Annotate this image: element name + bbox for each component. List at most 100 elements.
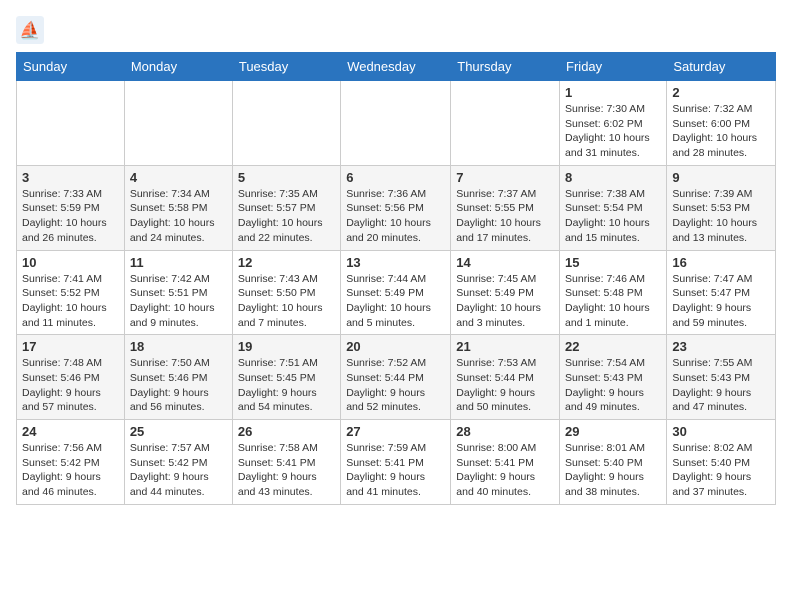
col-header-tuesday: Tuesday (232, 53, 340, 81)
calendar-cell: 26 Sunrise: 7:58 AM Sunset: 5:41 PM Dayli… (232, 420, 340, 505)
day-info: Sunrise: 7:38 AM Sunset: 5:54 PM Dayligh… (565, 187, 661, 246)
col-header-sunday: Sunday (17, 53, 125, 81)
day-number: 28 (456, 424, 554, 439)
calendar-cell: 22 Sunrise: 7:54 AM Sunset: 5:43 PM Dayli… (560, 335, 667, 420)
day-number: 25 (130, 424, 227, 439)
day-number: 4 (130, 170, 227, 185)
calendar-cell: 4 Sunrise: 7:34 AM Sunset: 5:58 PM Daylig… (124, 165, 232, 250)
day-number: 18 (130, 339, 227, 354)
day-number: 26 (238, 424, 335, 439)
calendar-cell: 13 Sunrise: 7:44 AM Sunset: 5:49 PM Dayli… (341, 250, 451, 335)
col-header-monday: Monday (124, 53, 232, 81)
day-number: 19 (238, 339, 335, 354)
day-info: Sunrise: 7:47 AM Sunset: 5:47 PM Dayligh… (672, 272, 770, 331)
day-info: Sunrise: 7:51 AM Sunset: 5:45 PM Dayligh… (238, 356, 335, 415)
calendar-cell: 12 Sunrise: 7:43 AM Sunset: 5:50 PM Dayli… (232, 250, 340, 335)
calendar-cell: 21Sunrise: 7:53 AM Sunset: 5:44 PM Dayli… (451, 335, 560, 420)
day-info: Sunrise: 7:54 AM Sunset: 5:43 PM Dayligh… (565, 356, 661, 415)
day-number: 24 (22, 424, 119, 439)
calendar-header-row: SundayMondayTuesdayWednesdayThursdayFrid… (17, 53, 776, 81)
calendar-cell: 11 Sunrise: 7:42 AM Sunset: 5:51 PM Dayli… (124, 250, 232, 335)
calendar-cell: 20 Sunrise: 7:52 AM Sunset: 5:44 PM Dayli… (341, 335, 451, 420)
calendar-cell: 23Sunrise: 7:55 AM Sunset: 5:43 PM Dayli… (667, 335, 776, 420)
day-info: Sunrise: 7:30 AM Sunset: 6:02 PM Dayligh… (565, 102, 661, 161)
day-info: Sunrise: 8:02 AM Sunset: 5:40 PM Dayligh… (672, 441, 770, 500)
calendar-cell: 28 Sunrise: 8:00 AM Sunset: 5:41 PM Dayli… (451, 420, 560, 505)
day-number: 8 (565, 170, 661, 185)
day-number: 27 (346, 424, 445, 439)
day-number: 5 (238, 170, 335, 185)
day-info: Sunrise: 7:58 AM Sunset: 5:41 PM Dayligh… (238, 441, 335, 500)
calendar-table: SundayMondayTuesdayWednesdayThursdayFrid… (16, 52, 776, 505)
day-info: Sunrise: 7:48 AM Sunset: 5:46 PM Dayligh… (22, 356, 119, 415)
day-number: 22 (565, 339, 661, 354)
calendar-cell: 25 Sunrise: 7:57 AM Sunset: 5:42 PM Dayli… (124, 420, 232, 505)
calendar-cell (124, 81, 232, 166)
day-info: Sunrise: 7:35 AM Sunset: 5:57 PM Dayligh… (238, 187, 335, 246)
day-info: Sunrise: 8:00 AM Sunset: 5:41 PM Dayligh… (456, 441, 554, 500)
calendar-week-5: 24 Sunrise: 7:56 AM Sunset: 5:42 PM Dayli… (17, 420, 776, 505)
day-info: Sunrise: 7:57 AM Sunset: 5:42 PM Dayligh… (130, 441, 227, 500)
day-info: Sunrise: 8:01 AM Sunset: 5:40 PM Dayligh… (565, 441, 661, 500)
day-number: 7 (456, 170, 554, 185)
day-number: 16 (672, 255, 770, 270)
col-header-thursday: Thursday (451, 53, 560, 81)
calendar-cell: 18 Sunrise: 7:50 AM Sunset: 5:46 PM Dayli… (124, 335, 232, 420)
calendar-cell: 7 Sunrise: 7:37 AM Sunset: 5:55 PM Daylig… (451, 165, 560, 250)
calendar-cell (232, 81, 340, 166)
day-info: Sunrise: 7:46 AM Sunset: 5:48 PM Dayligh… (565, 272, 661, 331)
day-info: Sunrise: 7:42 AM Sunset: 5:51 PM Dayligh… (130, 272, 227, 331)
day-number: 2 (672, 85, 770, 100)
col-header-saturday: Saturday (667, 53, 776, 81)
day-number: 13 (346, 255, 445, 270)
calendar-cell: 8 Sunrise: 7:38 AM Sunset: 5:54 PM Daylig… (560, 165, 667, 250)
col-header-wednesday: Wednesday (341, 53, 451, 81)
calendar-cell: 30 Sunrise: 8:02 AM Sunset: 5:40 PM Dayli… (667, 420, 776, 505)
calendar-cell: 1 Sunrise: 7:30 AM Sunset: 6:02 PM Daylig… (560, 81, 667, 166)
calendar-cell: 14 Sunrise: 7:45 AM Sunset: 5:49 PM Dayli… (451, 250, 560, 335)
logo: ⛵ (16, 16, 48, 44)
day-info: Sunrise: 7:50 AM Sunset: 5:46 PM Dayligh… (130, 356, 227, 415)
day-info: Sunrise: 7:32 AM Sunset: 6:00 PM Dayligh… (672, 102, 770, 161)
col-header-friday: Friday (560, 53, 667, 81)
day-info: Sunrise: 7:44 AM Sunset: 5:49 PM Dayligh… (346, 272, 445, 331)
day-number: 20 (346, 339, 445, 354)
day-number: 11 (130, 255, 227, 270)
day-info: Sunrise: 7:36 AM Sunset: 5:56 PM Dayligh… (346, 187, 445, 246)
day-info: Sunrise: 7:45 AM Sunset: 5:49 PM Dayligh… (456, 272, 554, 331)
calendar-week-4: 17 Sunrise: 7:48 AM Sunset: 5:46 PM Dayli… (17, 335, 776, 420)
logo-icon: ⛵ (16, 16, 44, 44)
calendar-cell: 17 Sunrise: 7:48 AM Sunset: 5:46 PM Dayli… (17, 335, 125, 420)
day-number: 1 (565, 85, 661, 100)
day-info: Sunrise: 7:34 AM Sunset: 5:58 PM Dayligh… (130, 187, 227, 246)
day-info: Sunrise: 7:56 AM Sunset: 5:42 PM Dayligh… (22, 441, 119, 500)
calendar-cell: 6Sunrise: 7:36 AM Sunset: 5:56 PM Daylig… (341, 165, 451, 250)
day-number: 17 (22, 339, 119, 354)
day-info: Sunrise: 7:53 AM Sunset: 5:44 PM Dayligh… (456, 356, 554, 415)
day-number: 12 (238, 255, 335, 270)
calendar-cell: 3Sunrise: 7:33 AM Sunset: 5:59 PM Daylig… (17, 165, 125, 250)
calendar-cell: 5 Sunrise: 7:35 AM Sunset: 5:57 PM Daylig… (232, 165, 340, 250)
calendar-cell: 16 Sunrise: 7:47 AM Sunset: 5:47 PM Dayli… (667, 250, 776, 335)
calendar-cell: 27Sunrise: 7:59 AM Sunset: 5:41 PM Dayli… (341, 420, 451, 505)
calendar-week-2: 3Sunrise: 7:33 AM Sunset: 5:59 PM Daylig… (17, 165, 776, 250)
day-info: Sunrise: 7:37 AM Sunset: 5:55 PM Dayligh… (456, 187, 554, 246)
calendar-cell: 2 Sunrise: 7:32 AM Sunset: 6:00 PM Daylig… (667, 81, 776, 166)
day-number: 30 (672, 424, 770, 439)
day-number: 23 (672, 339, 770, 354)
day-number: 15 (565, 255, 661, 270)
day-info: Sunrise: 7:43 AM Sunset: 5:50 PM Dayligh… (238, 272, 335, 331)
calendar-cell: 19 Sunrise: 7:51 AM Sunset: 5:45 PM Dayli… (232, 335, 340, 420)
calendar-week-1: 1 Sunrise: 7:30 AM Sunset: 6:02 PM Daylig… (17, 81, 776, 166)
day-number: 14 (456, 255, 554, 270)
calendar-cell (341, 81, 451, 166)
calendar-cell: 9Sunrise: 7:39 AM Sunset: 5:53 PM Daylig… (667, 165, 776, 250)
page-header: ⛵ (16, 16, 776, 44)
calendar-cell (17, 81, 125, 166)
svg-text:⛵: ⛵ (19, 20, 40, 40)
calendar-cell: 10Sunrise: 7:41 AM Sunset: 5:52 PM Dayli… (17, 250, 125, 335)
calendar-cell: 24 Sunrise: 7:56 AM Sunset: 5:42 PM Dayli… (17, 420, 125, 505)
calendar-cell: 15 Sunrise: 7:46 AM Sunset: 5:48 PM Dayli… (560, 250, 667, 335)
day-info: Sunrise: 7:52 AM Sunset: 5:44 PM Dayligh… (346, 356, 445, 415)
day-number: 29 (565, 424, 661, 439)
